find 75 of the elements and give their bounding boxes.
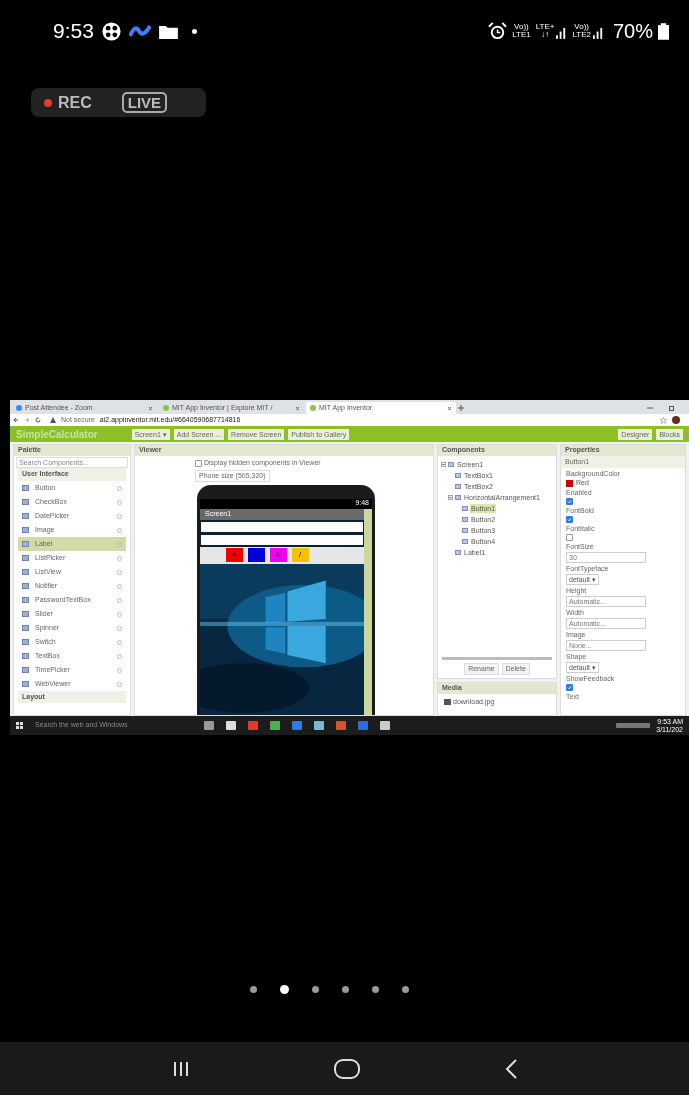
property-checkbox[interactable]	[566, 498, 573, 505]
network-label: LTE1	[512, 31, 531, 39]
component-icon	[22, 597, 29, 603]
component-icon	[22, 583, 29, 589]
recent-apps-icon[interactable]	[172, 1060, 189, 1077]
property-checkbox[interactable]	[566, 516, 573, 523]
checkbox[interactable]	[195, 459, 202, 467]
taskbar-app-icon[interactable]	[226, 721, 236, 730]
taskbar-app-icon[interactable]	[204, 721, 214, 730]
taskbar-app-icon[interactable]	[380, 721, 390, 730]
network-label: Vo))	[514, 23, 529, 31]
rec-label: REC	[58, 92, 92, 113]
property-checkbox[interactable]	[566, 534, 573, 541]
operator-button[interactable]: +	[225, 548, 243, 562]
home-icon[interactable]	[333, 1058, 360, 1079]
color-swatch[interactable]	[566, 479, 573, 487]
reload-icon[interactable]	[35, 417, 41, 423]
image-file-icon	[444, 699, 451, 706]
new-tab-icon[interactable]	[458, 405, 464, 411]
component-icon	[22, 513, 29, 519]
collapse-icon[interactable]	[441, 462, 446, 467]
network-label: ↓↑	[541, 31, 550, 39]
signal-icon	[556, 26, 568, 39]
network-label: LTE+	[535, 23, 555, 31]
component-icon	[22, 625, 29, 631]
operator-button[interactable]: /	[291, 548, 309, 562]
bookmark-star-icon[interactable]	[660, 416, 667, 424]
taskbar-app-icon[interactable]	[248, 721, 258, 730]
alarm-icon	[488, 21, 508, 41]
wave-logo-icon	[128, 24, 151, 38]
warning-icon	[50, 417, 56, 423]
taskbar-app-icon[interactable]	[336, 721, 346, 730]
project-title: SimpleCalculator	[16, 427, 98, 442]
text-box[interactable]	[201, 521, 363, 532]
taskbar-app-icon[interactable]	[314, 721, 324, 730]
windows-start-icon[interactable]	[16, 722, 23, 729]
battery-percent: 70%	[612, 19, 653, 44]
component-icon	[22, 681, 29, 687]
restore-icon[interactable]	[669, 405, 675, 411]
property-checkbox[interactable]	[566, 684, 573, 691]
close-icon[interactable]	[295, 405, 300, 411]
component-icon	[22, 569, 29, 575]
component-icon	[22, 499, 29, 505]
close-icon[interactable]	[447, 405, 452, 411]
component-icon	[22, 555, 29, 561]
component-icon	[22, 527, 29, 533]
taskbar-app-icon[interactable]	[358, 721, 368, 730]
horizontal-scrollbar[interactable]	[442, 657, 552, 660]
app-grid-icon	[101, 21, 121, 41]
folder-icon	[158, 23, 178, 39]
text-box[interactable]	[201, 534, 363, 545]
forward-icon[interactable]	[24, 417, 30, 423]
network-label: LTE2	[572, 31, 591, 39]
profile-avatar[interactable]	[672, 416, 680, 424]
signal-icon	[592, 26, 604, 39]
back-icon[interactable]	[13, 417, 19, 423]
taskbar-app-icon[interactable]	[292, 721, 302, 730]
tab-favicon-icon	[310, 405, 316, 411]
clock: 9:53	[53, 18, 94, 45]
network-label: Vo))	[574, 23, 590, 31]
tab-favicon-icon	[16, 405, 22, 411]
minimize-icon[interactable]	[647, 405, 653, 411]
collapse-icon[interactable]	[448, 495, 453, 500]
battery-icon	[658, 22, 669, 40]
tab-favicon-icon	[163, 405, 169, 411]
component-icon	[22, 639, 29, 645]
component-icon	[22, 485, 29, 491]
component-icon	[22, 541, 29, 547]
close-icon[interactable]	[148, 405, 153, 411]
component-icon	[22, 653, 29, 659]
operator-button[interactable]: x	[269, 548, 287, 562]
component-icon	[22, 667, 29, 673]
taskbar-app-icon[interactable]	[270, 721, 280, 730]
component-icon	[22, 611, 29, 617]
live-label: LIVE	[121, 92, 168, 113]
